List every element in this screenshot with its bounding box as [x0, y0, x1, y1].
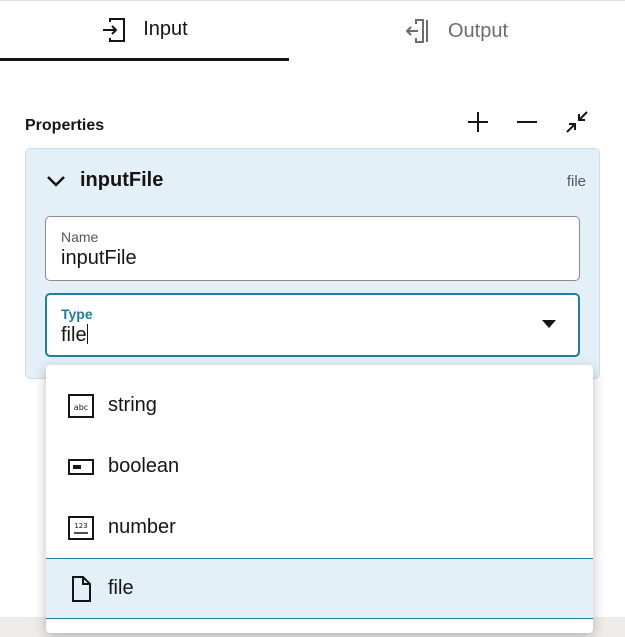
dropdown-arrow-icon[interactable] [542, 320, 556, 328]
menu-item-boolean[interactable]: boolean [46, 436, 593, 497]
export-icon [405, 18, 432, 44]
tab-input-label: Input [143, 18, 188, 40]
name-field[interactable]: Name inputFile [45, 216, 580, 281]
type-select-value: file [61, 324, 87, 346]
menu-item-label: number [108, 516, 176, 538]
svg-text:123: 123 [74, 522, 87, 530]
minus-icon [517, 121, 537, 123]
tab-bar: Input Output [0, 0, 625, 61]
collapse-all-button[interactable] [562, 107, 592, 137]
chevron-down-icon [46, 171, 66, 191]
tab-output[interactable]: Output [289, 1, 625, 61]
text-cursor [86, 324, 88, 344]
property-type-badge: file [566, 173, 586, 190]
boolean-icon [68, 454, 94, 480]
type-select[interactable]: Type file [45, 293, 580, 357]
add-property-button[interactable] [463, 107, 493, 137]
menu-item-file[interactable]: file [46, 558, 593, 619]
import-icon [101, 17, 127, 43]
property-title: inputFile [80, 169, 164, 191]
menu-item-label: string [108, 394, 157, 416]
menu-item-label: boolean [108, 455, 180, 477]
plus-icon [468, 112, 488, 132]
name-field-label: Name [61, 229, 99, 245]
type-select-value-wrap: file [61, 324, 564, 347]
tab-input[interactable]: Input [0, 1, 289, 61]
menu-item-label: file [108, 577, 134, 599]
property-card-header[interactable]: inputFile [46, 169, 163, 192]
abc-icon: abc [68, 393, 94, 419]
number-icon: 123 [68, 515, 94, 541]
remove-property-button[interactable] [512, 107, 542, 137]
type-select-label: Type [61, 306, 93, 322]
menu-item-number[interactable]: 123 number [46, 497, 593, 558]
file-icon [68, 575, 94, 602]
type-dropdown-menu: abc string boolean 123 number file [46, 365, 593, 633]
svg-text:abc: abc [74, 403, 88, 412]
collapse-icon [566, 111, 588, 133]
menu-item-string[interactable]: abc string [46, 375, 593, 436]
name-field-value: inputFile [61, 247, 137, 269]
properties-title: Properties [25, 117, 105, 134]
tab-output-label: Output [447, 19, 509, 42]
property-card: inputFile file Name inputFile Type file [25, 148, 600, 379]
